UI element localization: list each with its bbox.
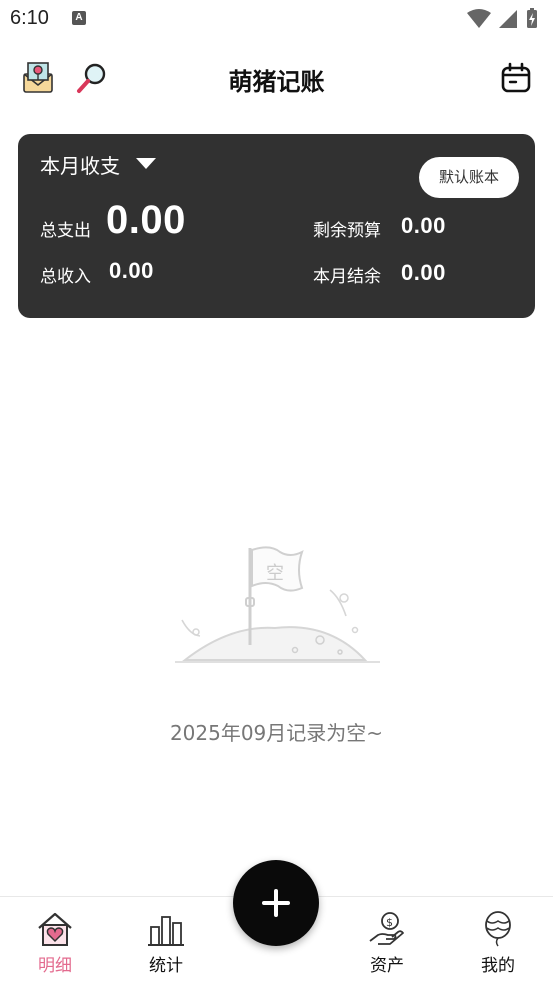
empty-flag-illustration: 空 — [175, 546, 380, 663]
wifi-icon — [467, 9, 491, 28]
month-balance-label: 本月结余 — [313, 267, 381, 287]
remaining-budget-label: 剩余预算 — [313, 221, 381, 241]
calendar-icon[interactable] — [498, 60, 534, 96]
svg-text:$: $ — [386, 916, 393, 929]
default-book-button[interactable]: 默认账本 — [419, 157, 519, 198]
status-time: 6:10 — [10, 7, 49, 29]
monthly-summary-card: 本月收支 默认账本 总支出 0.00 总收入 0.00 剩余预算 0.00 本月… — [18, 134, 535, 318]
total-income-value: 0.00 — [109, 258, 154, 283]
tab-profile-label: 我的 — [481, 956, 515, 976]
tab-statistics[interactable]: 统计 — [111, 897, 221, 985]
signal-icon — [499, 10, 517, 28]
tab-statistics-label: 统计 — [149, 956, 183, 976]
remaining-budget-value: 0.00 — [401, 213, 446, 238]
status-bar: 6:10 A — [0, 0, 553, 38]
balloon-icon — [485, 911, 511, 947]
caret-down-icon[interactable] — [136, 158, 156, 169]
flag-text: 空 — [266, 563, 284, 584]
total-expense-label: 总支出 — [40, 221, 91, 241]
add-record-button[interactable] — [233, 860, 319, 946]
tab-assets-label: 资产 — [370, 956, 404, 976]
notification-icon: A — [72, 11, 86, 25]
bar-chart-icon — [148, 916, 184, 946]
month-balance-value: 0.00 — [401, 260, 446, 285]
hand-coin-icon: $ — [369, 912, 404, 945]
system-status-icons — [467, 8, 537, 28]
total-income-label: 总收入 — [40, 267, 91, 287]
empty-state-message: 2025年09月记录为空~ — [169, 721, 384, 745]
home-heart-icon — [38, 912, 72, 946]
tab-profile[interactable]: 我的 — [443, 897, 553, 985]
tab-details[interactable]: 明细 — [0, 897, 110, 985]
plus-icon — [262, 889, 290, 917]
tab-details-label: 明细 — [38, 956, 72, 976]
total-expense-value: 0.00 — [106, 198, 186, 242]
tab-assets[interactable]: $ 资产 — [332, 897, 442, 985]
app-bar: 萌猪记账 — [0, 52, 553, 104]
app-title: 萌猪记账 — [228, 68, 325, 96]
period-selector-label[interactable]: 本月收支 — [40, 150, 120, 179]
